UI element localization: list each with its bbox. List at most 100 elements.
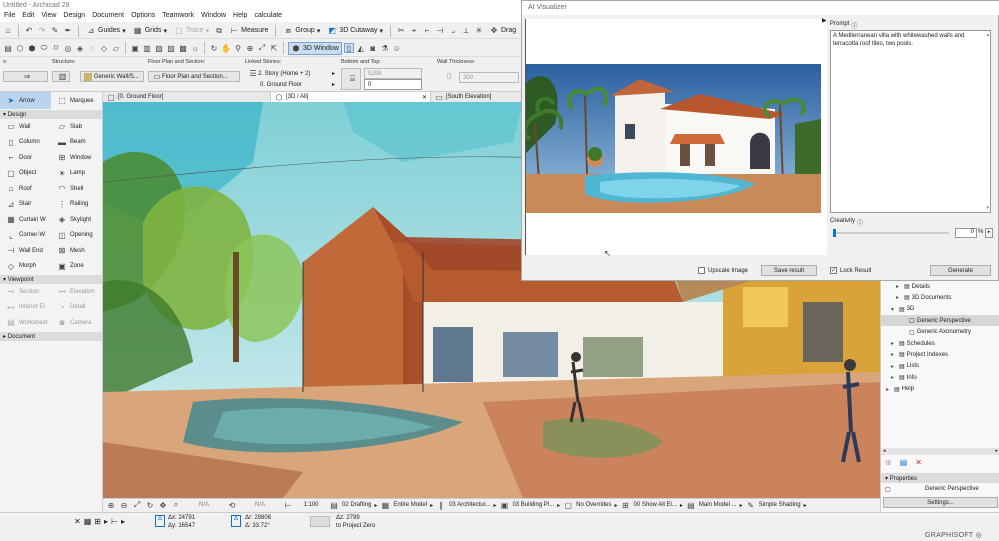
tab-3d-all[interactable]: ⬡ [3D / All] ✕ [271,92,431,102]
navigator-item-3d-documents[interactable]: ▸ ▤ 3D Documents [881,292,999,303]
creativity-value-field[interactable]: 0 [955,228,977,238]
scale-value[interactable]: 1:100 [296,502,326,508]
prompt-textarea[interactable]: A Mediterranean villa with whitewashed w… [830,30,991,213]
camera-tool[interactable]: ◙ Camera [51,318,102,328]
skylight-tool[interactable]: ◈ Skylight [51,215,102,225]
expand-arrow-icon[interactable]: ▸ [896,283,902,290]
slab-icon[interactable]: ⬭ [39,43,49,53]
home-story-selector[interactable]: 0. Ground Floor ▸ [245,79,337,90]
dropdown-arrow-icon[interactable]: ▸ [740,502,743,509]
menu-teamwork[interactable]: Teamwork [162,12,194,21]
zone-icon[interactable]: ▱ [111,43,121,53]
model-view-option[interactable]: Entire Model [393,502,427,508]
structure-value-field[interactable]: Generic Wall/S... [80,71,144,82]
sphere-icon[interactable]: ◎ [63,43,73,53]
delta-angle[interactable]: Δ: 33.72° [245,522,271,530]
polar-icon[interactable]: Δ [231,515,241,527]
window-tool[interactable]: ⊞ Window [51,153,102,163]
curtain-w-tool[interactable]: ▦ Curtain W [0,215,51,225]
elevation-tool[interactable]: ⊶ Elevation [51,287,102,297]
scroll-right-icon[interactable]: ▸ [995,448,998,454]
eyedropper-icon[interactable]: ✎ [50,26,60,36]
reference-plane[interactable]: to Project Zero [336,522,375,530]
dropdown-arrow-icon[interactable]: ▸ [557,502,560,509]
grids-button[interactable]: ▦ Grids ▾ [131,24,169,37]
lamp-tool[interactable]: ☀ Lamp [51,168,102,178]
dropdown-arrow-icon[interactable]: ▸ [804,502,807,509]
delta-r[interactable]: Δr: 29806 [245,514,271,522]
expand-arrow-icon[interactable]: ▸ [891,374,897,381]
pan-small-icon[interactable]: ✥ [158,500,168,510]
morph-tool[interactable]: ◇ Morph [0,261,51,271]
opening-tool[interactable]: ◫ Opening [51,230,102,240]
zoom-icon[interactable]: ⊕ [245,43,255,53]
wall-thickness-field[interactable]: 300 [459,72,519,83]
measure-button[interactable]: ⊢ Measure [227,24,270,37]
info-icon[interactable]: ⓘ [857,218,863,227]
mesh-icon[interactable]: ◈ [75,43,85,53]
delete-icon[interactable]: ✕ [915,458,922,467]
roof-tool[interactable]: ⌂ Roof [0,184,51,194]
perspective-icon[interactable]: ▯ [343,43,354,53]
expand-arrow-icon[interactable]: ▸ [891,363,897,370]
properties-header[interactable]: ▾ Properties [881,473,999,483]
horizontal-scrollbar[interactable]: ◂ ▸ [881,448,999,455]
upscale-checkbox[interactable] [698,267,705,274]
slab-tool[interactable]: ▱ Slab [51,122,102,132]
navigator-item-details[interactable]: ▸ ▤ Details [881,281,999,292]
new-folder-icon[interactable]: ▤ [900,458,908,467]
menu-window[interactable]: Window [201,12,226,21]
pan-icon[interactable]: ✋ [221,43,231,53]
box-icon[interactable]: ⬢ [27,43,37,53]
intersect-icon[interactable]: ⌖ [409,26,419,36]
solid-icon[interactable]: ▣ [130,43,140,53]
person-icon[interactable]: ☺ [392,43,402,53]
navigator-item-generic-axonometry[interactable]: ▢ Generic Axonometry [881,327,999,338]
redo-icon[interactable]: ↷ [37,26,47,36]
delta-z[interactable]: Δz: 2799 [336,514,375,522]
fit-icon[interactable]: ⤢ [257,43,267,53]
corner-w-tool[interactable]: ⌞ Corner-W [0,230,51,240]
creativity-slider-track[interactable] [833,232,949,234]
scroll-left-icon[interactable]: ◂ [883,448,886,454]
document-section-header[interactable]: ▸ Document [0,331,102,341]
navigator-item-lists[interactable]: ▸ ▤ Lists [881,361,999,372]
zone-tool[interactable]: ▣ Zone [51,261,102,271]
menu-document[interactable]: Document [92,12,124,21]
door-tool[interactable]: ⌐ Door [0,153,51,163]
arrow-right-icon[interactable]: ▸ [121,517,125,526]
zoom-out-icon[interactable]: ⊖ [119,500,129,510]
elevation-icon-button[interactable]: ⌸ [341,68,361,90]
snap-grid-icon[interactable]: ▦ [84,517,92,526]
expand-arrow-icon[interactable]: ▸ [891,340,897,347]
upscale-image-option[interactable]: Upscale Image [698,267,748,274]
marquee-tool[interactable]: ⬚ Marquee [51,96,102,106]
shading-style-option[interactable]: Simple Shading [759,502,801,508]
lock-checkbox-checked[interactable]: ✓ [830,267,837,274]
wireframe-icon[interactable]: ▧ [154,43,164,53]
offset-icon[interactable]: ⟓ [448,26,458,36]
z-indicator-icon[interactable] [310,516,330,527]
top-story-selector[interactable]: ☰ 2. Story (Home + 2) ▸ [245,68,337,79]
worksheet-tool[interactable]: ▤ Worksheet [0,318,51,328]
fillet-icon[interactable]: ⌐ [422,26,432,36]
layout-icon[interactable]: ▤ [3,43,13,53]
cutaway-button[interactable]: ◩ 3D Cutaway ▾ [325,24,385,37]
add-icon[interactable]: ⊕ [885,458,892,467]
group-button[interactable]: ⧈ Group ▾ [281,24,322,37]
expand-arrow-icon[interactable]: ▸ [891,351,897,358]
ortho-icon[interactable]: ⊢ [111,517,118,526]
walk-icon[interactable]: ⚲ [233,43,243,53]
column-tool[interactable]: ▯ Column [0,137,51,147]
structure-type-button[interactable]: ▥ [52,71,70,82]
detail-tool[interactable]: ◔ Detail [51,302,102,312]
navigate-icon[interactable]: ⇱ [269,43,279,53]
scroll-down-icon[interactable]: ▾ [986,205,989,212]
menu-help[interactable]: Help [233,12,247,21]
snap-guide-icon[interactable]: ⊞ [94,517,101,526]
layer-combination[interactable]: 02 Drafting [342,502,371,508]
hidden-line-icon[interactable]: ▥ [142,43,152,53]
menu-file[interactable]: File [4,12,15,21]
lock-result-option[interactable]: ✓ Lock Result [830,267,871,274]
delta-x[interactable]: Δx: 24791 [168,514,195,522]
